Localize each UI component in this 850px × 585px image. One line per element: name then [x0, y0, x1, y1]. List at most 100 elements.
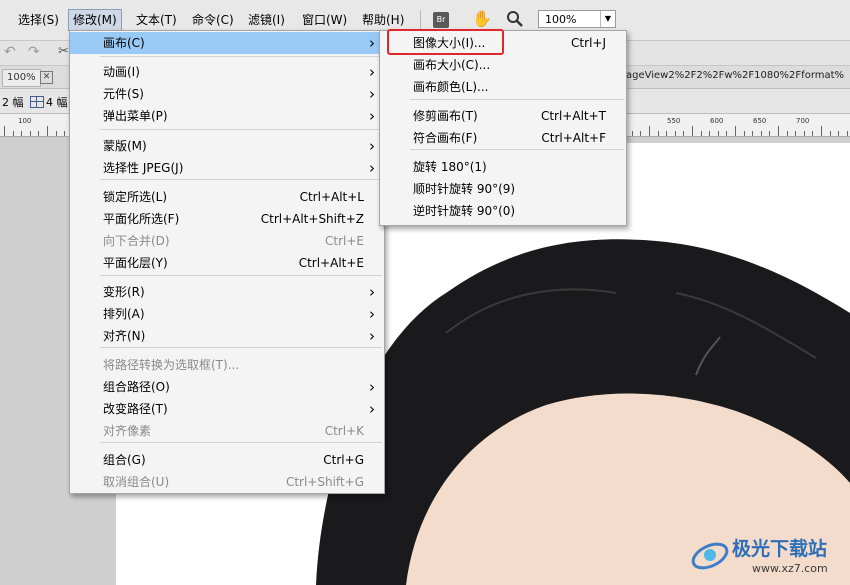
menu-item-label: 将路径转换为选取框(T)...	[103, 358, 240, 372]
menu-item-label: 元件(S)	[103, 87, 144, 101]
canvas-submenu-item[interactable]: 画布颜色(L)...	[380, 76, 626, 98]
document-tab[interactable]: 100%	[2, 69, 41, 87]
menu-item-label: 平面化层(Y)	[103, 256, 168, 270]
ruler-tick	[803, 131, 805, 136]
modify-menu-item[interactable]: 平面化所选(F) Ctrl+Alt+Shift+Z	[70, 208, 384, 230]
frames-4-label[interactable]: 4 幅	[46, 94, 68, 110]
menu-item-label: 组合(G)	[103, 453, 146, 467]
ruler-tick	[821, 126, 822, 136]
modify-menu-item[interactable]: 锁定所选(L) Ctrl+Alt+L	[70, 186, 384, 208]
menu-item-shortcut: Ctrl+Alt+L	[299, 190, 364, 204]
menu-text[interactable]: 文本(T)	[132, 10, 181, 30]
close-tab-icon[interactable]: ✕	[40, 71, 53, 84]
chevron-right-icon: ›	[369, 34, 375, 52]
undo-icon[interactable]: ↶	[4, 44, 16, 60]
menu-item-label: 改变路径(T)	[103, 402, 168, 416]
ruler-tick	[666, 131, 668, 136]
menu-help[interactable]: 帮助(H)	[358, 10, 408, 30]
ruler-tick	[640, 131, 642, 136]
bridge-icon[interactable]: Br	[433, 12, 449, 28]
chevron-right-icon: ›	[369, 159, 375, 177]
modify-menu-item[interactable]: 对齐(N) ›	[70, 325, 384, 347]
ruler-tick	[631, 131, 633, 136]
menu-item-label: 顺时针旋转 90°(9)	[413, 182, 516, 196]
menu-separator	[100, 179, 382, 180]
ruler-tick	[12, 131, 14, 136]
ruler-tick	[735, 126, 736, 136]
grid-layout-icon[interactable]	[30, 96, 44, 108]
ruler-tick	[700, 131, 702, 136]
ruler-tick	[649, 126, 650, 136]
ruler-tick	[683, 131, 685, 136]
modify-menu-item[interactable]: 画布(C) ›	[70, 32, 384, 54]
menu-item-label: 选择性 JPEG(J)	[103, 161, 184, 175]
menu-separator	[100, 129, 382, 130]
canvas-submenu-item[interactable]: 旋转 180°(1)	[380, 156, 626, 178]
ruler-tick	[846, 131, 848, 136]
canvas-submenu-item[interactable]: 画布大小(C)...	[380, 54, 626, 76]
ruler-tick	[743, 131, 745, 136]
document-tab-url[interactable]: ageView2%2F2%2Fw%2F1080%2Fformat%	[626, 70, 844, 81]
modify-menu-item[interactable]: 改变路径(T) ›	[70, 398, 384, 420]
menu-item-shortcut: Ctrl+Alt+F	[541, 131, 606, 145]
modify-menu-item[interactable]: 选择性 JPEG(J) ›	[70, 157, 384, 179]
menu-item-shortcut: Ctrl+Alt+T	[540, 109, 606, 123]
canvas-submenu: 图像大小(I)... Ctrl+J 画布大小(C)... 画布颜色(L)... 修剪画布…	[379, 30, 627, 226]
menu-window[interactable]: 窗口(W)	[298, 10, 351, 30]
watermark-title: 极光下载站	[732, 538, 828, 560]
frames-2-label[interactable]: 2 幅	[2, 94, 24, 110]
ruler-tick	[812, 131, 814, 136]
modify-menu-item[interactable]: 蒙版(M) ›	[70, 135, 384, 157]
chevron-right-icon: ›	[369, 63, 375, 81]
ruler-tick	[64, 131, 66, 136]
modify-menu-item: 向下合并(D) Ctrl+E	[70, 230, 384, 252]
menu-item-label: 逆时针旋转 90°(0)	[413, 204, 516, 218]
modify-menu-item[interactable]: 动画(I) ›	[70, 61, 384, 83]
ruler-tick	[769, 131, 771, 136]
ruler-label: 100	[18, 117, 32, 125]
modify-menu-item[interactable]: 组合路径(O) ›	[70, 376, 384, 398]
chevron-right-icon: ›	[369, 137, 375, 155]
modify-menu-item[interactable]: 变形(R) ›	[70, 281, 384, 303]
menu-item-label: 平面化所选(F)	[103, 212, 180, 226]
modify-menu-item: 对齐像素 Ctrl+K	[70, 420, 384, 442]
modify-menu-item[interactable]: 元件(S) ›	[70, 83, 384, 105]
menu-item-label: 对齐(N)	[103, 329, 146, 343]
modify-menu-item: 取消组合(U) Ctrl+Shift+G	[70, 471, 384, 493]
ruler-tick	[38, 131, 40, 136]
chevron-right-icon: ›	[369, 283, 375, 301]
menu-separator	[100, 275, 382, 276]
ruler-label: 600	[710, 117, 724, 125]
menu-item-label: 画布颜色(L)...	[413, 80, 489, 94]
menu-filters[interactable]: 滤镜(I)	[244, 10, 289, 30]
menu-item-label: 组合路径(O)	[103, 380, 170, 394]
modify-menu-item[interactable]: 组合(G) Ctrl+G	[70, 449, 384, 471]
ruler-tick	[726, 131, 728, 136]
ruler-tick	[829, 131, 831, 136]
canvas-submenu-item[interactable]: 逆时针旋转 90°(0)	[380, 200, 626, 222]
zoom-select[interactable]: 100% ▼	[538, 10, 616, 28]
modify-menu-item[interactable]: 弹出菜单(P) ›	[70, 105, 384, 127]
canvas-submenu-item[interactable]: 顺时针旋转 90°(9)	[380, 178, 626, 200]
menu-modify[interactable]: 修改(M)	[68, 9, 122, 31]
ruler-tick	[778, 126, 779, 136]
ruler-tick	[709, 131, 711, 136]
modify-menu-item: 将路径转换为选取框(T)...	[70, 354, 384, 376]
menu-select[interactable]: 选择(S)	[14, 10, 63, 30]
menu-commands[interactable]: 命令(C)	[188, 10, 238, 30]
modify-menu-item[interactable]: 平面化层(Y) Ctrl+Alt+E	[70, 252, 384, 274]
zoom-tool-icon[interactable]	[506, 10, 524, 28]
menu-item-label: 画布大小(C)...	[413, 58, 491, 72]
canvas-submenu-item[interactable]: 修剪画布(T) Ctrl+Alt+T	[380, 105, 626, 127]
hand-tool-icon[interactable]: ✋	[472, 10, 492, 28]
modify-menu-item[interactable]: 排列(A) ›	[70, 303, 384, 325]
ruler-tick	[47, 126, 48, 136]
redo-icon[interactable]: ↷	[28, 44, 40, 60]
canvas-submenu-item[interactable]: 符合画布(F) Ctrl+Alt+F	[380, 127, 626, 149]
menu-item-label: 对齐像素	[103, 424, 152, 438]
menu-item-label: 动画(I)	[103, 65, 140, 79]
cut-icon[interactable]: ✂	[58, 44, 69, 59]
menu-item-label: 向下合并(D)	[103, 234, 170, 248]
menu-item-label: 画布(C)	[103, 36, 145, 50]
menu-item-label: 排列(A)	[103, 307, 145, 321]
